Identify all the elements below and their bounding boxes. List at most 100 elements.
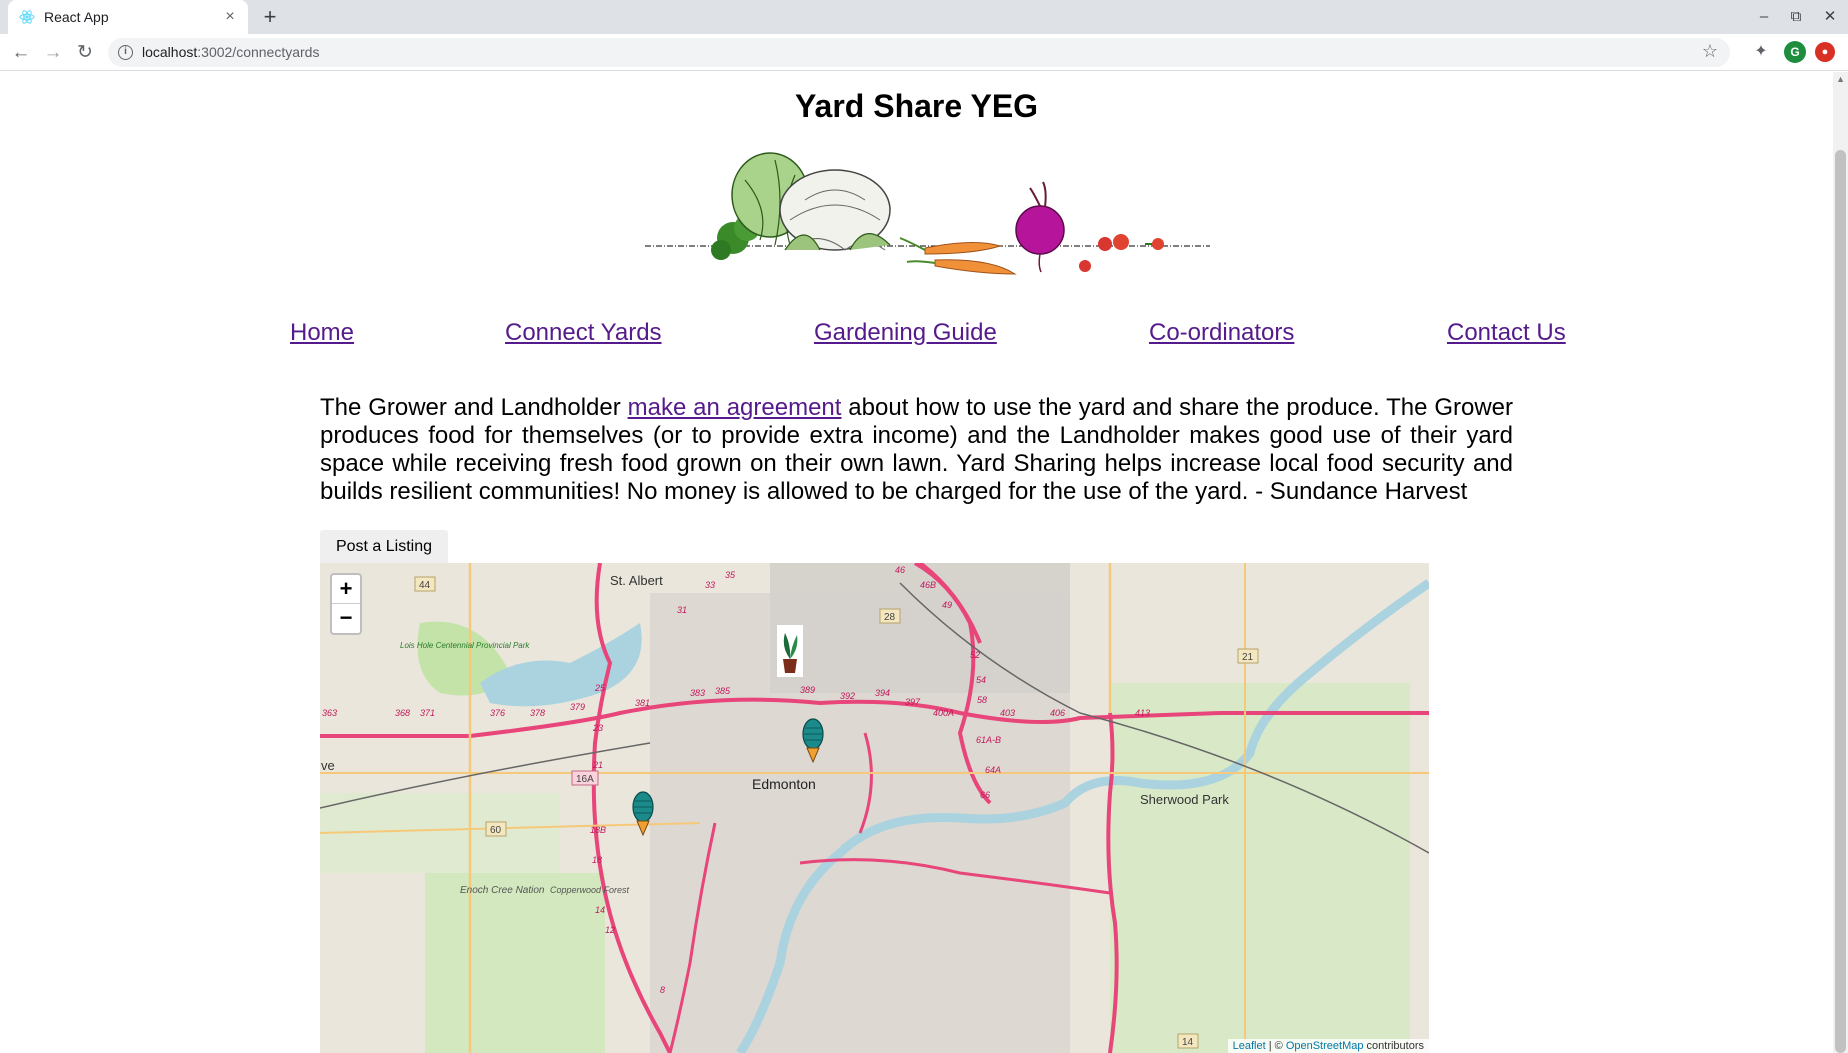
exit-number-label: 363 xyxy=(322,708,337,718)
nav-link-coordinators[interactable]: Co-ordinators xyxy=(1149,319,1294,347)
scrollbar-thumb[interactable] xyxy=(1835,150,1846,1053)
map-zoom-control: + − xyxy=(330,573,362,635)
route-shield-14: 14 xyxy=(1182,1037,1194,1048)
map-tiles: St. Albert Edmonton Sherwood Park Enoch … xyxy=(320,563,1429,1053)
tree-marker[interactable] xyxy=(630,791,656,836)
route-shield-44: 44 xyxy=(419,580,431,591)
exit-number-label: 389 xyxy=(800,685,815,695)
browser-tabstrip: React App × + – ⧉ ✕ xyxy=(0,0,1848,34)
nav-link-connect-yards[interactable]: Connect Yards xyxy=(505,319,662,347)
reload-icon[interactable]: ↻ xyxy=(73,41,97,65)
exit-number-label: 23 xyxy=(592,723,603,733)
attribution-tail: contributors xyxy=(1363,1040,1424,1052)
back-arrow-icon[interactable]: ← xyxy=(9,41,33,65)
exit-number-label: 385 xyxy=(715,686,731,696)
profile-avatar[interactable]: G xyxy=(1784,41,1806,63)
leaflet-link[interactable]: Leaflet xyxy=(1233,1040,1266,1052)
agreement-link[interactable]: make an agreement xyxy=(628,394,842,421)
exit-number-label: 376 xyxy=(490,708,505,718)
page-viewport: Yard Share YEG Home Connect Yards Garden… xyxy=(0,72,1848,1053)
url-host: localhost xyxy=(142,44,198,60)
map-label-sherwood-park: Sherwood Park xyxy=(1140,792,1229,807)
address-url[interactable]: localhost:3002/connectyards xyxy=(142,44,319,60)
scroll-up-arrow-icon[interactable]: ▲ xyxy=(1836,74,1845,84)
map-label-copperwood-forest: Copperwood Forest xyxy=(550,885,630,895)
exit-number-label: 413 xyxy=(1135,708,1150,718)
exit-number-label: 64A xyxy=(985,765,1001,775)
exit-number-label: 8 xyxy=(660,985,665,995)
minimize-window-icon[interactable]: – xyxy=(1754,7,1774,27)
zoom-in-button[interactable]: + xyxy=(332,575,360,604)
map-label-edmonton: Edmonton xyxy=(752,776,816,792)
exit-number-label: 403 xyxy=(1000,708,1015,718)
extensions-puzzle-icon[interactable]: ✦ xyxy=(1750,41,1772,63)
address-bar[interactable]: i localhost:3002/connectyards ☆ xyxy=(108,38,1730,67)
exit-number-label: 381 xyxy=(635,698,650,708)
react-logo-icon xyxy=(19,10,35,24)
close-window-icon[interactable]: ✕ xyxy=(1820,7,1840,27)
route-shield-16a: 16A xyxy=(576,774,594,785)
intro-text-start: The Grower and Landholder xyxy=(320,394,628,421)
tab-title: React App xyxy=(44,9,109,25)
map-label-edge: ve xyxy=(321,758,335,773)
map-attribution: Leaflet | © OpenStreetMap contributors xyxy=(1227,1039,1429,1053)
vegetable-banner-image xyxy=(645,152,1210,275)
exit-number-label: 371 xyxy=(420,708,435,718)
nav-link-gardening-guide[interactable]: Gardening Guide xyxy=(814,319,997,347)
exit-number-label: 394 xyxy=(875,688,890,698)
exit-number-label: 383 xyxy=(690,688,705,698)
exit-number-label: 379 xyxy=(570,702,585,712)
zoom-out-button[interactable]: − xyxy=(332,604,360,633)
exit-number-label: 25 xyxy=(594,683,606,693)
exit-number-label: 368 xyxy=(395,708,410,718)
route-shield-60: 60 xyxy=(490,825,502,836)
exit-number-label: 406 xyxy=(1050,708,1065,718)
exit-number-label: 66 xyxy=(980,790,990,800)
tree-marker[interactable] xyxy=(800,718,826,763)
post-listing-button[interactable]: Post a Listing xyxy=(320,530,448,564)
bookmark-star-icon[interactable]: ☆ xyxy=(1702,41,1718,62)
exit-number-label: 18 xyxy=(592,855,602,865)
exit-number-label: 46 xyxy=(895,565,905,575)
exit-number-label: 397 xyxy=(905,697,921,707)
nav-link-home[interactable]: Home xyxy=(290,319,354,347)
map-label-lois-hole-park: Lois Hole Centennial Provincial Park xyxy=(400,641,530,650)
route-shield-21: 21 xyxy=(1242,652,1254,663)
close-tab-icon[interactable]: × xyxy=(220,7,240,27)
new-tab-icon[interactable]: + xyxy=(258,6,282,30)
exit-number-label: 35 xyxy=(725,570,736,580)
url-path: :3002/connectyards xyxy=(197,44,320,60)
exit-number-label: 392 xyxy=(840,691,855,701)
exit-number-label: 54 xyxy=(976,675,986,685)
intro-paragraph: The Grower and Landholder make an agreem… xyxy=(320,394,1513,506)
exit-number-label: 21 xyxy=(592,760,603,770)
exit-number-label: 49 xyxy=(942,600,952,610)
map-label-enoch-cree-nation: Enoch Cree Nation xyxy=(460,885,545,896)
exit-number-label: 18B xyxy=(590,825,606,835)
exit-number-label: 400A xyxy=(933,708,954,718)
page-scrollbar[interactable]: ▲ xyxy=(1833,72,1848,1053)
nav-link-contact-us[interactable]: Contact Us xyxy=(1447,319,1566,347)
exit-number-label: 31 xyxy=(677,605,687,615)
exit-number-label: 58 xyxy=(977,695,987,705)
exit-number-label: 61A-B xyxy=(976,735,1001,745)
site-info-icon[interactable]: i xyxy=(118,45,133,60)
browser-toolbar: ← → ↻ i localhost:3002/connectyards ☆ xyxy=(0,34,1848,71)
route-shield-28: 28 xyxy=(884,612,896,623)
map-label-st-albert: St. Albert xyxy=(610,573,663,588)
exit-number-label: 46B xyxy=(920,580,936,590)
exit-number-label: 14 xyxy=(595,905,605,915)
exit-number-label: 12 xyxy=(605,925,615,935)
exit-number-label: 378 xyxy=(530,708,545,718)
forward-arrow-icon[interactable]: → xyxy=(41,41,65,65)
restore-window-icon[interactable]: ⧉ xyxy=(1786,7,1806,27)
openstreetmap-link[interactable]: OpenStreetMap xyxy=(1286,1040,1364,1052)
exit-number-label: 52 xyxy=(970,650,980,660)
potted-plant-marker[interactable] xyxy=(777,625,803,677)
page-title: Yard Share YEG xyxy=(794,88,1039,124)
attribution-separator: | © xyxy=(1265,1040,1286,1052)
exit-number-label: 33 xyxy=(705,580,715,590)
browser-tab[interactable]: React App × xyxy=(8,0,248,34)
yard-map[interactable]: St. Albert Edmonton Sherwood Park Enoch … xyxy=(320,563,1429,1053)
extension-icon[interactable]: ● xyxy=(1815,42,1835,62)
